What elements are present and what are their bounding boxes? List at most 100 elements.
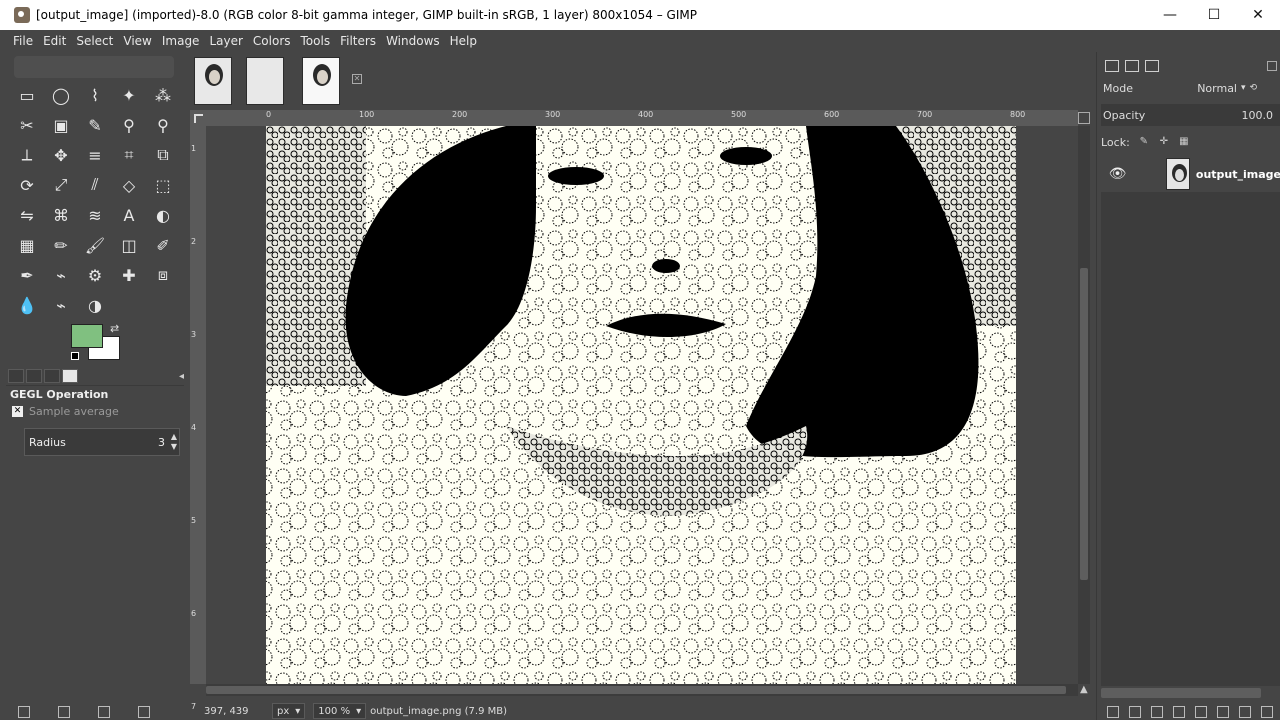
default-colors-icon[interactable] [71,352,79,360]
lock-position-icon[interactable]: ✛ [1158,136,1170,148]
delete-tool-preset-icon[interactable] [98,706,110,718]
menu-windows[interactable]: Windows [381,34,445,48]
new-layer-icon[interactable] [1107,706,1119,718]
flip-icon[interactable]: ⇋ [10,200,44,230]
ellipse-select-icon[interactable]: ◯ [44,80,78,110]
unit-select[interactable]: px ▾ [272,703,306,719]
mode-chevron-down-icon[interactable]: ▾ [1241,83,1246,93]
eraser-icon[interactable]: ◫ [112,230,146,260]
smudge-icon[interactable]: ⌁ [44,290,78,320]
gradient-icon[interactable]: ▦ [10,230,44,260]
pencil-icon[interactable]: ✏ [44,230,78,260]
blur-icon[interactable]: 💧 [10,290,44,320]
dock-menu-icon[interactable] [1267,61,1277,71]
rotate-icon[interactable]: ⟳ [10,170,44,200]
horizontal-scrollbar[interactable] [206,684,1078,696]
duplicate-layer-icon[interactable] [1195,706,1207,718]
heal-icon[interactable]: ✚ [112,260,146,290]
foreground-color-swatch[interactable] [71,324,103,348]
vertical-scrollbar[interactable] [1078,126,1090,684]
menu-view[interactable]: View [118,34,156,48]
free-select-icon[interactable]: ⌇ [78,80,112,110]
lock-alpha-icon[interactable]: ▦ [1178,136,1190,148]
raise-layer-icon[interactable] [1151,706,1163,718]
mode-select[interactable]: Normal [1177,82,1237,95]
3d-transform-icon[interactable]: ⬚ [146,170,180,200]
menu-colors[interactable]: Colors [248,34,296,48]
perspective-icon[interactable]: ◇ [112,170,146,200]
mode-reset-icon[interactable]: ⟲ [1250,83,1258,93]
horizontal-ruler[interactable]: 0 100 200 300 400 500 600 700 800 [206,110,1078,126]
minimize-button[interactable]: — [1148,0,1192,30]
ink-icon[interactable]: ✒ [10,260,44,290]
scale-icon[interactable]: ⤢ [44,170,78,200]
image-tab-3[interactable] [302,57,340,105]
ruler-corner-button[interactable] [190,110,206,126]
tab-channels[interactable] [1125,60,1139,72]
vertical-ruler[interactable]: 1234567 [190,126,206,711]
text-icon[interactable]: A [112,200,146,230]
color-picker-icon[interactable]: ⚲ [112,110,146,140]
lower-layer-icon[interactable] [1173,706,1185,718]
menu-help[interactable]: Help [445,34,482,48]
fuzzy-select-icon[interactable]: ✦ [112,80,146,110]
shear-icon[interactable]: ⫽ [78,170,112,200]
layer-name[interactable]: output_image [1196,168,1280,181]
opacity-spin-scale[interactable]: Opacity 100.0 [1101,104,1280,126]
anchor-layer-icon[interactable] [1217,706,1229,718]
save-tool-preset-icon[interactable] [18,706,30,718]
horizontal-scroll-thumb[interactable] [206,686,1066,694]
layer-visibility-eye-icon[interactable]: 👁 [1101,166,1134,182]
radius-spin-arrows-icon[interactable]: ▲ ▼ [171,432,177,452]
zoom-image-on-resize-button[interactable] [1078,112,1090,124]
cage-transform-icon[interactable]: ⌘ [44,200,78,230]
tab-tool-options[interactable] [8,369,24,383]
sample-average-checkbox[interactable]: ✕ [12,406,23,417]
navigate-image-icon[interactable]: ▲ [1080,684,1092,696]
radius-value[interactable]: 3 [158,436,165,449]
menu-file[interactable]: File [8,34,38,48]
image-tab-1[interactable] [194,57,232,105]
close-image-tab-icon[interactable]: ✕ [352,74,362,84]
select-by-color-icon[interactable]: ⁂ [146,80,180,110]
measure-icon[interactable]: ⟂ [10,140,44,170]
zoom-select[interactable]: 100 % ▾ [313,703,367,719]
swap-colors-icon[interactable]: ⇄ [110,322,119,335]
clone-icon[interactable]: ⚙ [78,260,112,290]
tab-device-status[interactable] [26,369,42,383]
unified-transform-icon[interactable]: ⧉ [146,140,180,170]
airbrush-icon[interactable]: ✐ [146,230,180,260]
close-button[interactable]: ✕ [1236,0,1280,30]
tab-undo-history[interactable] [44,369,60,383]
tab-layers[interactable] [1105,60,1119,72]
image-tab-2[interactable] [246,57,284,105]
zoom-icon[interactable]: ⚲ [146,110,180,140]
warp-transform-icon[interactable]: ≋ [78,200,112,230]
menu-image[interactable]: Image [157,34,205,48]
vertical-scroll-thumb[interactable] [1080,268,1088,580]
reset-tool-options-icon[interactable] [138,706,150,718]
layer-row[interactable]: 👁 output_image [1101,156,1280,192]
image-canvas[interactable] [206,126,1078,684]
scissors-select-icon[interactable]: ✂ [10,110,44,140]
perspective-clone-icon[interactable]: ⧈ [146,260,180,290]
move-icon[interactable]: ✥ [44,140,78,170]
new-layer-group-icon[interactable] [1129,706,1141,718]
paintbrush-icon[interactable]: 🖌 [78,230,112,260]
configure-tab-icon[interactable]: ◂ [179,371,184,382]
opacity-value[interactable]: 100.0 [1242,109,1274,122]
menu-tools[interactable]: Tools [296,34,336,48]
bucket-fill-icon[interactable]: ◐ [146,200,180,230]
radius-spin-field[interactable]: Radius 3 ▲ ▼ [24,428,180,456]
menu-layer[interactable]: Layer [204,34,247,48]
menu-select[interactable]: Select [71,34,118,48]
mypaint-brush-icon[interactable]: ⌁ [44,260,78,290]
rect-select-icon[interactable]: ▭ [10,80,44,110]
crop-icon[interactable]: ⌗ [112,140,146,170]
restore-tool-preset-icon[interactable] [58,706,70,718]
menu-edit[interactable]: Edit [38,34,71,48]
align-icon[interactable]: ≡ [78,140,112,170]
menu-filters[interactable]: Filters [335,34,381,48]
mask-layer-icon[interactable] [1239,706,1251,718]
paths-icon[interactable]: ✎ [78,110,112,140]
